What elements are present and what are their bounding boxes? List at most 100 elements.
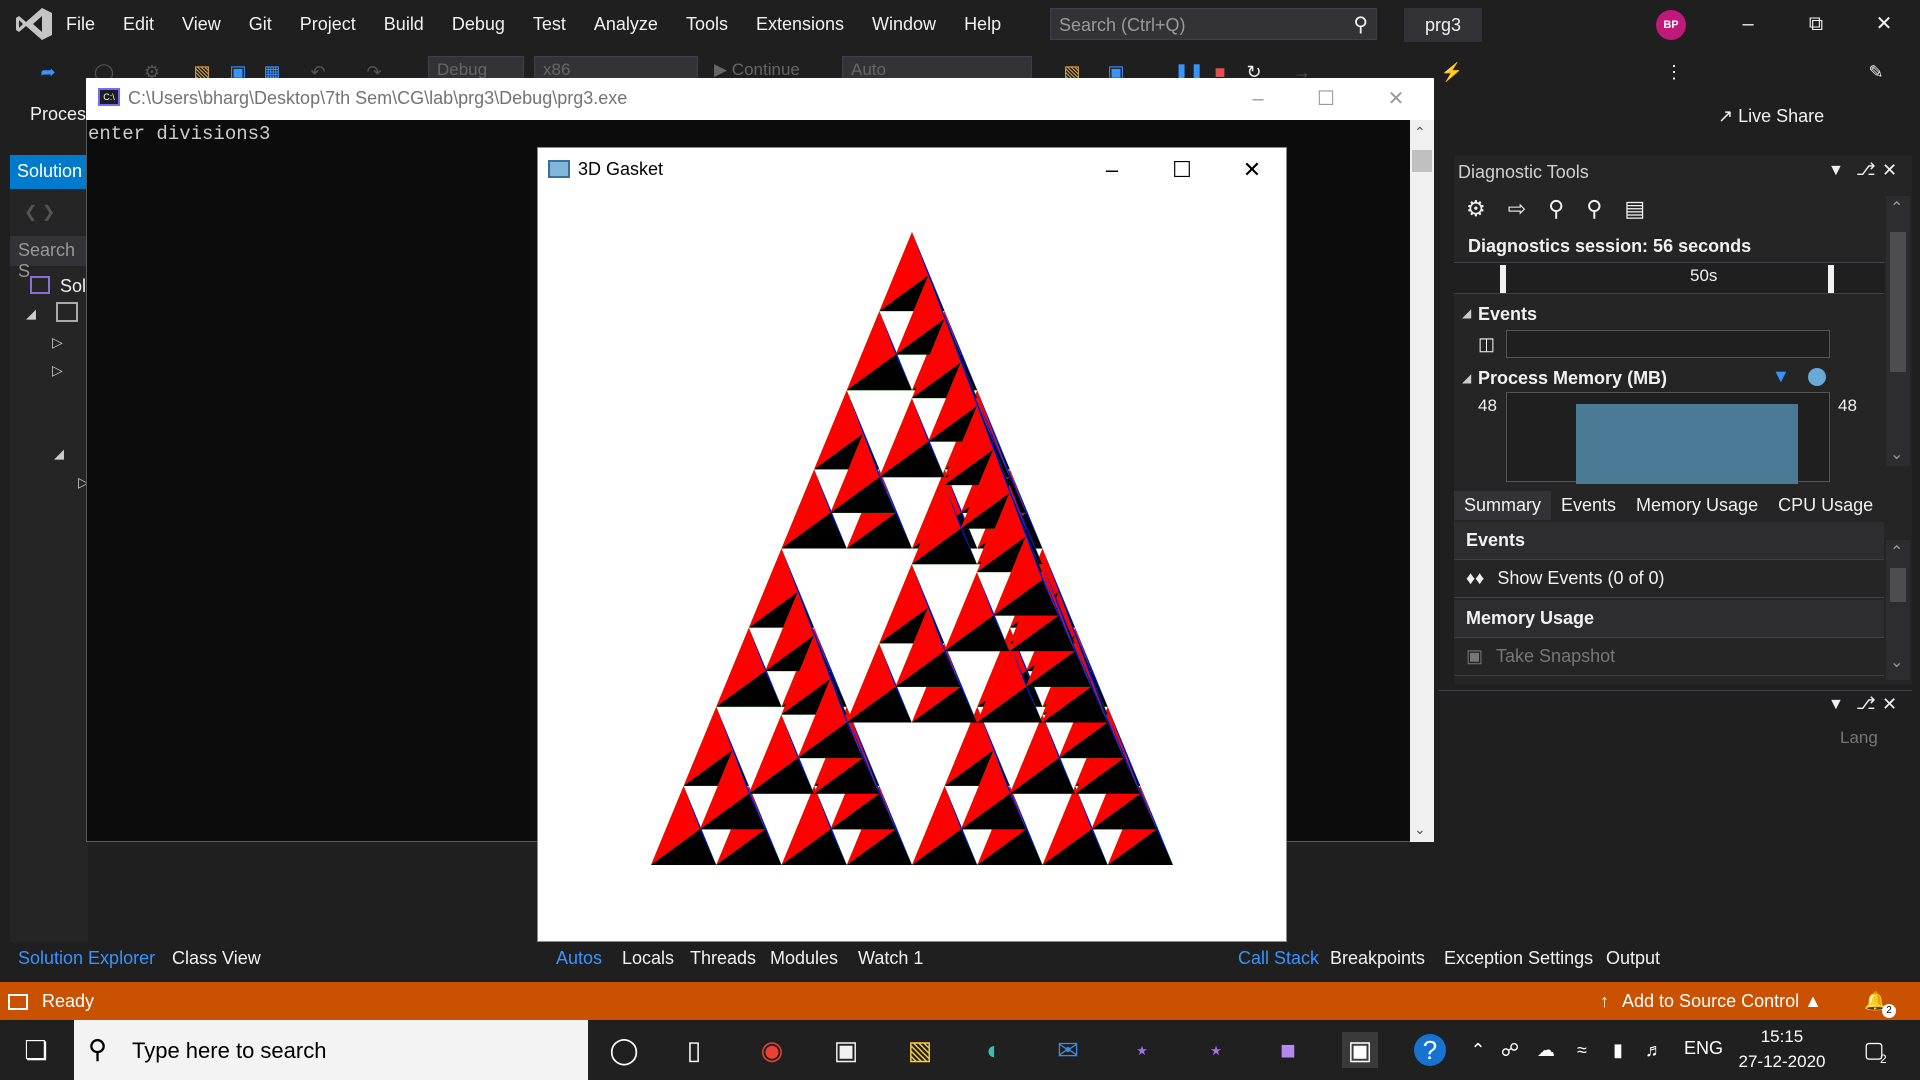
tab-events[interactable]: Events [1551,491,1626,520]
gasket-maximize-button[interactable]: ☐ [1150,150,1214,190]
panel-dropdown-icon[interactable]: ▼ [1828,162,1844,180]
pin-icon[interactable]: ⎇ [1856,160,1876,180]
chrome-icon[interactable]: ◉ [754,1032,790,1068]
tab-memory-usage[interactable]: Memory Usage [1626,491,1768,520]
solution-tab[interactable]: Solution [10,155,88,189]
navigate-back-icon[interactable]: ➦ [36,60,60,84]
timeline-start-handle[interactable] [1500,265,1506,293]
edge-icon[interactable]: ◐ [976,1032,1012,1068]
expand-arrow-icon[interactable]: ◢ [26,306,36,322]
live-share-button[interactable]: ↗ Live Share [1718,106,1824,127]
onedrive-icon[interactable]: ☁ [1528,1032,1564,1068]
restore-button[interactable]: ⧉ [1782,0,1850,48]
tab-watch-1[interactable]: Watch 1 [858,948,923,969]
tab-call-stack[interactable]: Call Stack [1238,948,1319,969]
take-snapshot-button[interactable]: ▣ Take Snapshot [1454,638,1884,676]
source-control-button[interactable]: ↑ Add to Source Control ▲ [1600,991,1822,1012]
language-indicator[interactable]: ENG [1684,1038,1723,1059]
menu-project[interactable]: Project [286,0,370,48]
scroll-thumb[interactable] [1890,232,1906,372]
diag-scrollbar[interactable]: ⌃ ⌄ [1886,196,1910,466]
tab-autos[interactable]: Autos [556,948,602,969]
tab-output[interactable]: Output [1606,948,1660,969]
scroll-up-icon[interactable]: ⌃ [1414,124,1426,141]
tab-threads[interactable]: Threads [690,948,756,969]
overflow-icon[interactable]: ⋮ [1662,60,1686,84]
minimize-button[interactable]: – [1714,0,1782,48]
zoom-out-icon[interactable]: ⚲ [1586,196,1624,221]
expand-arrow-icon[interactable]: ◢ [1462,306,1471,320]
close-button[interactable]: ✕ [1850,0,1918,48]
console-taskbar-icon[interactable]: ■ [1270,1032,1306,1068]
store-icon[interactable]: ▣ [828,1032,864,1068]
export-icon[interactable]: ⇨ [1508,196,1548,221]
visual-studio-installer-icon[interactable]: ⋆ [1124,1032,1160,1068]
panel-close-icon[interactable]: ✕ [1882,160,1897,181]
scroll-down-icon[interactable]: ⌄ [1890,444,1903,464]
tab-class-view[interactable]: Class View [172,948,261,969]
help-icon[interactable]: ? [1414,1034,1446,1066]
visual-studio-icon[interactable]: ⋆ [1198,1032,1234,1068]
show-events-link[interactable]: ♦♦ Show Events (0 of 0) [1454,560,1884,598]
console-scrollbar[interactable]: ⌃ ⌄ [1410,120,1434,842]
tab-solution-explorer[interactable]: Solution Explorer [18,948,155,969]
tab-exception-settings[interactable]: Exception Settings [1444,948,1593,969]
scroll-thumb[interactable] [1412,150,1432,172]
device-icon[interactable]: ☍ [1492,1032,1528,1068]
menu-analyze[interactable]: Analyze [580,0,672,48]
tab-summary[interactable]: Summary [1454,490,1552,520]
collapse-arrow-icon[interactable]: ▷ [52,362,63,379]
cortana-icon[interactable]: ◯ [606,1032,642,1068]
sol-nav-icons[interactable]: ❮ ❯ [24,202,55,222]
avatar[interactable]: BP [1656,10,1686,40]
collapse-arrow-icon[interactable]: ▷ [52,334,63,351]
vs-search-input[interactable]: Search (Ctrl+Q) ⚲ [1050,8,1377,40]
file-explorer-icon[interactable]: ▧ [902,1032,938,1068]
menu-tools[interactable]: Tools [672,0,742,48]
hot-reload-icon[interactable]: ⚡ [1440,60,1464,84]
zoom-in-icon[interactable]: ⚲ [1548,196,1586,221]
menu-edit[interactable]: Edit [109,0,168,48]
pin-icon[interactable]: ⎇ [1856,694,1876,714]
taskbar-search-input[interactable]: Type here to search [74,1020,588,1080]
gasket-minimize-button[interactable]: – [1080,150,1144,190]
panel-close-icon[interactable]: ✕ [1882,694,1897,715]
expand-arrow-icon[interactable]: ◢ [1462,371,1471,385]
clock[interactable]: 15:15 27-12-2020 [1720,1024,1844,1074]
wifi-icon[interactable]: ≈ [1564,1032,1600,1068]
solution-search-input[interactable]: Search S [10,236,88,281]
menu-extensions[interactable]: Extensions [742,0,858,48]
chart-icon[interactable]: ▤ [1624,196,1667,221]
menu-view[interactable]: View [168,0,235,48]
menu-file[interactable]: File [52,0,109,48]
menu-git[interactable]: Git [235,0,286,48]
summary-scrollbar[interactable]: ⌃ ⌄ [1886,540,1910,680]
scroll-down-icon[interactable]: ⌄ [1414,821,1426,838]
pause-events-icon[interactable]: ◫ [1478,334,1495,355]
gasket-taskbar-icon[interactable]: ▣ [1342,1032,1378,1068]
scroll-thumb[interactable] [1890,568,1906,602]
tab-locals[interactable]: Locals [622,948,674,969]
scroll-up-icon[interactable]: ⌃ [1890,198,1903,218]
task-view-icon[interactable]: ▯ [676,1032,712,1068]
settings-icon[interactable]: ⚙ [1466,196,1508,221]
console-minimize-button[interactable]: – [1228,80,1288,118]
console-close-button[interactable]: ✕ [1366,80,1426,118]
menu-test[interactable]: Test [519,0,580,48]
menu-build[interactable]: Build [370,0,438,48]
battery-icon[interactable]: ▮ [1600,1032,1636,1068]
timeline-ruler[interactable] [1454,262,1884,294]
windows-start-icon[interactable]: ❏ [18,1032,54,1068]
menu-debug[interactable]: Debug [438,0,519,48]
console-maximize-button[interactable]: ☐ [1296,80,1356,118]
continue-button[interactable]: ▶ Continue [714,60,800,80]
mail-icon[interactable]: ✉ [1050,1032,1086,1068]
panel-dropdown-icon[interactable]: ▼ [1828,696,1844,714]
scroll-down-icon[interactable]: ⌄ [1890,652,1903,672]
gasket-close-button[interactable]: ✕ [1220,150,1284,190]
scroll-up-icon[interactable]: ⌃ [1890,542,1903,562]
tab-breakpoints[interactable]: Breakpoints [1330,948,1425,969]
feedback-icon[interactable]: ✎ [1864,60,1888,84]
show-hidden-icons[interactable]: ⌃ [1460,1032,1496,1068]
expand-arrow-icon[interactable]: ◢ [54,446,64,462]
